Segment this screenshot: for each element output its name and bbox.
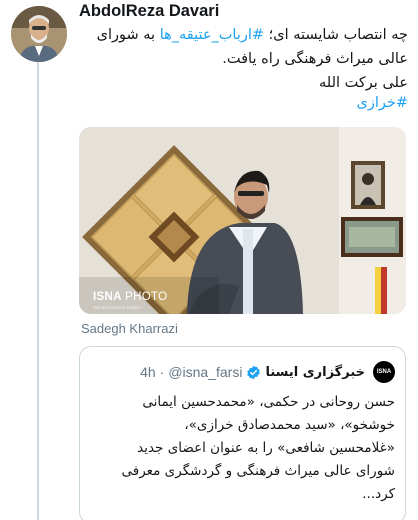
quoted-avatar[interactable]: ISNA (373, 361, 395, 383)
quoted-line: کرد... (362, 486, 395, 502)
tweet-text: چه انتصاب شایسته ای؛ #ارباب_عتیقه_ها به … (80, 23, 408, 95)
quoted-line: شورای عالی میراث فرهنگی و گردشگری معرفی (121, 463, 395, 479)
photo-credit: ISNA PHOTO (93, 291, 168, 303)
quoted-timestamp[interactable]: 4h (140, 364, 156, 380)
photo-image (79, 127, 406, 314)
quoted-header: ISNA خبرگزاری ایسنا @isna_farsi · 4h (140, 361, 395, 383)
photographer-credit: Mohammadreza Nadimi (93, 305, 141, 310)
separator-dot: · (159, 364, 165, 380)
avatar-image (11, 6, 67, 62)
tweet-photo[interactable]: ISNA PHOTO Mohammadreza Nadimi (79, 127, 406, 314)
verified-badge-icon (247, 365, 261, 379)
hashtag-link[interactable]: #ارباب_عتیقه_ها (160, 27, 264, 43)
quoted-text: حسن روحانی در حکمی، «محمدحسین ایمانی خوش… (90, 391, 395, 506)
author-name[interactable]: AbdolReza Davari (79, 2, 219, 21)
thread-line (37, 62, 39, 520)
hashtag-link[interactable]: #خرازی (357, 95, 409, 111)
quoted-line: حسن روحانی در حکمی، «محمدحسین ایمانی (142, 394, 395, 410)
quoted-line: «غلامحسین شافعی» را به عنوان اعضای جدید (137, 440, 395, 456)
tweet-line-1: چه انتصاب شایسته ای؛ #ارباب_عتیقه_ها به … (96, 27, 408, 43)
tweet-line-3: علی برکت الله (319, 75, 408, 91)
photo-caption: Sadegh Kharrazi (81, 321, 178, 336)
tweet-line-2: عالی میراث فرهنگی راه یافت. (222, 51, 408, 67)
quoted-tweet[interactable]: ISNA خبرگزاری ایسنا @isna_farsi · 4h حسن… (79, 346, 406, 520)
quoted-name[interactable]: خبرگزاری ایسنا (265, 365, 365, 380)
quoted-line: خوشخو»، «سید محمدصادق خرازی»، (184, 417, 395, 433)
quoted-handle[interactable]: @isna_farsi (168, 364, 242, 380)
author-avatar[interactable] (11, 6, 67, 62)
